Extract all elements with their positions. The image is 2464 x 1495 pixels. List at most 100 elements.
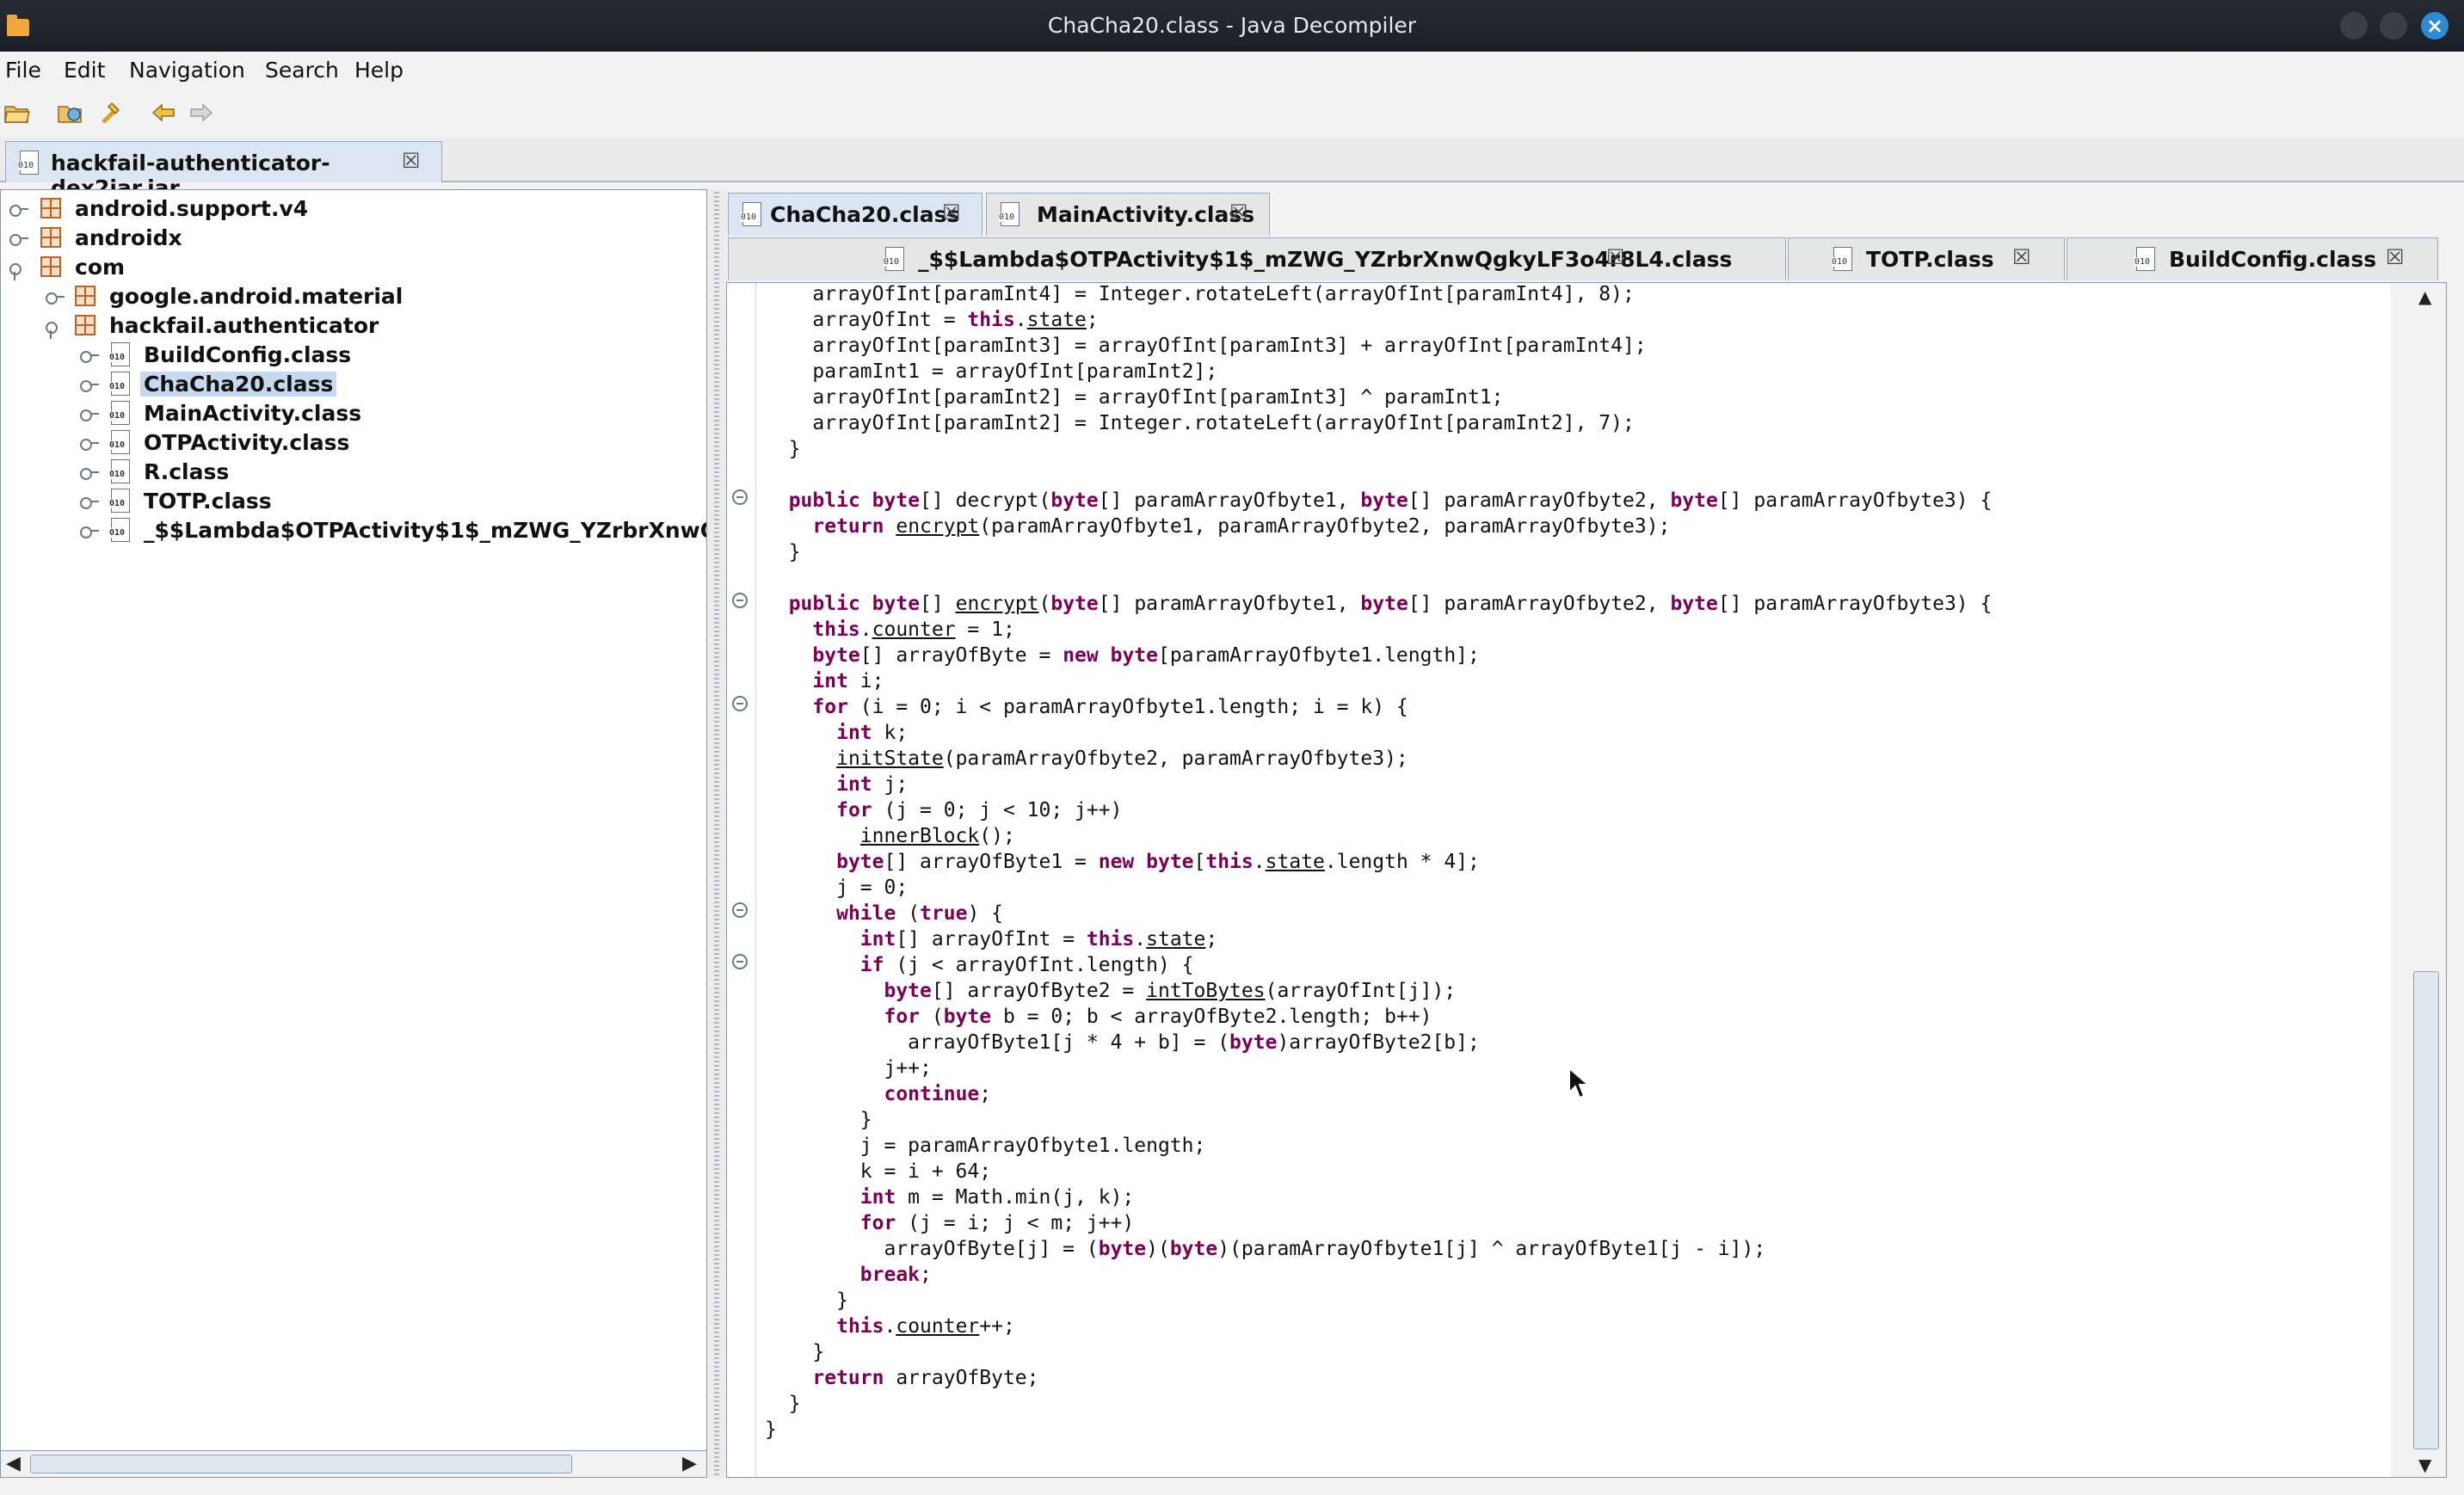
code-vertical-scrollbar[interactable]: ▲ ▼: [2391, 283, 2446, 1477]
code-line: }: [765, 541, 801, 563]
code-line: this.counter++;: [836, 1315, 1015, 1338]
expand-icon[interactable]: [80, 345, 99, 364]
code-line: for (j = 0; j < 10; j++): [836, 799, 1123, 821]
scrollbar-thumb[interactable]: [30, 1455, 572, 1473]
menu-bar: File Edit Navigation Search Help: [0, 52, 2464, 88]
scroll-down-icon[interactable]: ▼: [2418, 1455, 2431, 1475]
close-tab-icon[interactable]: ☒: [402, 149, 421, 173]
forward-arrow-icon[interactable]: [188, 100, 215, 126]
code-line: }: [765, 1289, 848, 1312]
code-line: arrayOfInt[paramInt2] = arrayOfInt[param…: [765, 386, 1504, 409]
code-line: }: [765, 438, 801, 460]
expand-icon[interactable]: [80, 433, 99, 452]
code-line: arrayOfInt = this.state;: [765, 309, 1099, 331]
scroll-left-icon[interactable]: ◀: [6, 1453, 21, 1474]
scroll-up-icon[interactable]: ▲: [2418, 286, 2431, 307]
fold-icon[interactable]: [732, 954, 748, 969]
code-line: break;: [859, 1264, 932, 1286]
expand-icon[interactable]: [46, 286, 65, 305]
code-line: for (byte b = 0; b < arrayOfByte2.length…: [884, 1006, 1432, 1028]
tab-chacha20[interactable]: 010 ChaCha20.class ☒: [728, 193, 983, 236]
code-line: int j;: [836, 773, 909, 796]
code-line: public byte[] encrypt(byte[] paramArrayO…: [788, 593, 1993, 615]
expand-icon[interactable]: [80, 374, 99, 393]
collapse-icon[interactable]: [9, 257, 28, 280]
tab-mainactivity[interactable]: 010 MainActivity.class ☒: [986, 193, 1270, 236]
code-line: int k;: [836, 722, 909, 744]
fold-gutter: [727, 283, 756, 1477]
file-tab-jar[interactable]: 010 hackfail-authenticator-dex2jar.jar ☒: [5, 141, 442, 200]
open-type-icon[interactable]: [57, 100, 84, 126]
maximize-button[interactable]: [2380, 12, 2407, 40]
pane-splitter[interactable]: [707, 189, 726, 1478]
expand-icon[interactable]: [80, 491, 99, 510]
editor-tab-row: 010 ChaCha20.class ☒ 010 MainActivity.cl…: [726, 193, 2455, 237]
code-line: int[] arrayOfInt = this.state;: [859, 928, 1218, 951]
close-tab-icon[interactable]: ☒: [2386, 245, 2405, 269]
code-line: arrayOfInt[paramInt3] = arrayOfInt[param…: [765, 335, 1647, 357]
close-tab-icon[interactable]: ☒: [2012, 245, 2031, 269]
code-line: int i;: [812, 670, 884, 692]
code-line: public byte[] decrypt(byte[] paramArrayO…: [788, 489, 1993, 512]
editor-pane: 010 ChaCha20.class ☒ 010 MainActivity.cl…: [726, 189, 2455, 1478]
scroll-right-icon[interactable]: ▶: [682, 1453, 697, 1474]
expand-icon[interactable]: [9, 199, 28, 218]
fold-icon[interactable]: [732, 593, 748, 608]
code-line: j++;: [765, 1057, 932, 1080]
code-line: this.counter = 1;: [812, 618, 1015, 641]
back-arrow-icon[interactable]: [150, 100, 177, 126]
code-line: return arrayOfByte;: [812, 1367, 1039, 1389]
package-icon: [75, 315, 95, 335]
code-line: return encrypt(paramArrayOfbyte1, paramA…: [812, 515, 1671, 538]
class-file-icon: 010: [109, 430, 132, 454]
fold-icon[interactable]: [732, 696, 748, 711]
fold-icon[interactable]: [732, 902, 748, 918]
menu-help[interactable]: Help: [354, 58, 403, 83]
package-icon: [75, 286, 95, 306]
class-file-icon: 010: [741, 202, 763, 226]
code-line: for (i = 0; i < paramArrayOfbyte1.length…: [812, 696, 1408, 718]
fold-icon[interactable]: [732, 489, 748, 505]
class-file-icon: 010: [109, 489, 132, 513]
tab-lambda[interactable]: 010 _$$Lambda$OTPActivity$1$_mZWG_YZrbrX…: [728, 237, 1786, 280]
class-file-icon: 010: [109, 372, 132, 396]
tab-buildconfig[interactable]: 010 BuildConfig.class ☒: [2067, 237, 2438, 280]
code-line: if (j < arrayOfInt.length) {: [859, 954, 1194, 976]
expand-icon[interactable]: [80, 403, 99, 422]
open-file-icon[interactable]: [3, 100, 31, 126]
menu-navigation[interactable]: Navigation: [129, 58, 245, 83]
editor-tab-row: 010 _$$Lambda$OTPActivity$1$_mZWG_YZrbrX…: [726, 237, 2455, 280]
search-icon[interactable]: [96, 100, 124, 126]
code-line: innerBlock();: [859, 825, 1015, 847]
code-line: byte[] arrayOfByte2 = intToBytes(arrayOf…: [884, 980, 1457, 1002]
close-tab-icon[interactable]: ☒: [942, 200, 961, 225]
toolbar: [0, 88, 2464, 138]
tab-totp[interactable]: 010 TOTP.class ☒: [1788, 237, 2065, 280]
minimize-button[interactable]: [2340, 12, 2368, 40]
code-view[interactable]: arrayOfInt[paramInt4] = Integer.rotateLe…: [726, 282, 2447, 1478]
expand-icon[interactable]: [80, 520, 99, 539]
close-tab-icon[interactable]: ☒: [1606, 245, 1625, 269]
expand-icon[interactable]: [80, 462, 99, 481]
code-line: }: [765, 1418, 777, 1441]
expand-icon[interactable]: [9, 228, 28, 247]
package-tree[interactable]: android.support.v4 androidx com google.a…: [0, 189, 707, 1467]
collapse-icon[interactable]: [46, 316, 65, 339]
code-line: byte[] arrayOfByte = new byte[paramArray…: [812, 644, 1480, 667]
code-line: arrayOfByte1[j * 4 + b] = (byte)arrayOfB…: [765, 1031, 1480, 1054]
code-line: for (j = i; j < m; j++): [859, 1212, 1135, 1234]
tree-horizontal-scrollbar[interactable]: ◀ ▶: [0, 1450, 707, 1478]
menu-file[interactable]: File: [5, 58, 41, 83]
close-window-button[interactable]: ×: [2421, 12, 2449, 40]
menu-edit[interactable]: Edit: [64, 58, 105, 83]
class-file-icon: 010: [109, 342, 132, 366]
menu-search[interactable]: Search: [265, 58, 339, 83]
package-icon: [40, 198, 61, 218]
code-line: initState(paramArrayOfbyte2, paramArrayO…: [836, 748, 1408, 770]
title-bar: ChaCha20.class - Java Decompiler ×: [0, 0, 2464, 52]
close-tab-icon[interactable]: ☒: [1229, 200, 1248, 225]
code-line: paramInt1 = arrayOfInt[paramInt2];: [765, 360, 1218, 383]
class-file-icon: 010: [109, 459, 132, 483]
scrollbar-thumb[interactable]: [2413, 971, 2439, 1449]
class-file-icon: 010: [884, 247, 906, 271]
